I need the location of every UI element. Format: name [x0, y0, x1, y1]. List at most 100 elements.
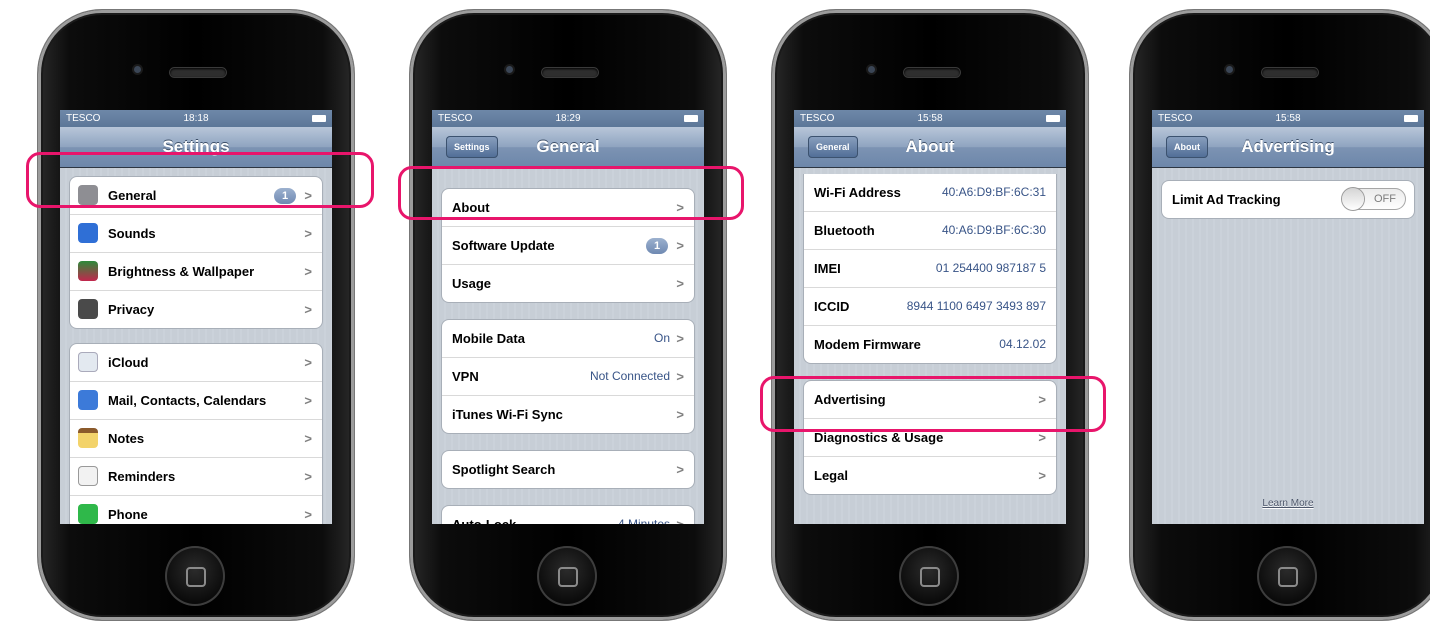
reminders-icon [78, 466, 98, 486]
toggle-knob [1342, 188, 1364, 210]
phone-advertising: TESCO 15:58 About Advertising Limit Ad T… [1130, 10, 1430, 620]
about-row-value: 40:A6:D9:BF:6C:30 [941, 223, 1046, 237]
auto-lock-value: 4 Minutes [617, 517, 670, 524]
earpiece-speaker [170, 68, 226, 77]
nav-title: About [905, 137, 955, 156]
limit-ad-tracking-row: Limit Ad Tracking OFF [1162, 181, 1414, 218]
chevron-right-icon: > [676, 238, 684, 253]
chevron-right-icon: > [304, 302, 312, 317]
chevron-right-icon: > [1038, 468, 1046, 483]
advertising-group: Limit Ad Tracking OFF [1161, 180, 1415, 219]
chevron-right-icon: > [676, 462, 684, 477]
chevron-right-icon: > [304, 226, 312, 241]
general-item-itunes-wifi-sync[interactable]: iTunes Wi-Fi Sync > [442, 395, 694, 433]
nav-title: Advertising [1241, 137, 1335, 156]
home-button[interactable] [537, 546, 597, 606]
home-button[interactable] [899, 546, 959, 606]
chevron-right-icon: > [676, 407, 684, 422]
front-camera [868, 66, 875, 73]
nav-title: General [536, 137, 600, 156]
settings-item-label: Notes [108, 431, 145, 446]
status-time: 18:29 [555, 113, 581, 124]
general-item-software-update[interactable]: Software Update 1 > [442, 226, 694, 264]
cloud-icon [78, 352, 98, 372]
learn-more-link[interactable]: Learn More [1152, 498, 1424, 509]
about-row-label: Modem Firmware [814, 337, 921, 352]
about-row-bluetooth: Bluetooth 40:A6:D9:BF:6C:30 [804, 211, 1056, 249]
home-button[interactable] [1257, 546, 1317, 606]
status-bar: TESCO 18:29 [432, 110, 704, 127]
settings-item-label: Mail, Contacts, Calendars [108, 393, 267, 408]
vpn-value: Not Connected [589, 369, 670, 383]
general-item-label: Usage [452, 276, 492, 291]
settings-item-label: Reminders [108, 469, 176, 484]
general-item-label: Auto-Lock [452, 506, 516, 524]
settings-item-sounds[interactable]: Sounds > [70, 214, 322, 252]
general-item-vpn[interactable]: VPN Not Connected > [442, 357, 694, 395]
battery-icon [684, 115, 698, 122]
settings-item-label: Brightness & Wallpaper [108, 264, 255, 279]
general-group-2: Mobile Data On > VPN Not Connected > iTu… [441, 319, 695, 434]
about-row-label: Wi-Fi Address [814, 185, 901, 200]
about-row-modem-firmware: Modem Firmware 04.12.02 [804, 325, 1056, 363]
settings-item-phone[interactable]: Phone > [70, 495, 322, 524]
general-item-label: Software Update [452, 238, 555, 253]
settings-item-label: Privacy [108, 302, 155, 317]
battery-icon [1404, 115, 1418, 122]
home-square-icon [186, 567, 206, 587]
general-group-3: Spotlight Search > [441, 450, 695, 489]
about-info-group: Wi-Fi Address 40:A6:D9:BF:6C:31 Bluetoot… [803, 174, 1057, 364]
nav-bar: About Advertising [1152, 127, 1424, 168]
home-button[interactable] [165, 546, 225, 606]
about-row-iccid: ICCID 8944 1100 6497 3493 897 [804, 287, 1056, 325]
about-item-label: Legal [814, 468, 848, 483]
screen-about: TESCO 15:58 General About Wi-Fi Address … [794, 110, 1066, 524]
front-camera [1226, 66, 1233, 73]
about-item-legal[interactable]: Legal > [804, 456, 1056, 494]
flower-icon [78, 261, 98, 281]
general-item-spotlight-search[interactable]: Spotlight Search > [442, 451, 694, 488]
mail-icon [78, 390, 98, 410]
settings-item-icloud[interactable]: iCloud > [70, 344, 322, 381]
settings-item-notes[interactable]: Notes > [70, 419, 322, 457]
chevron-right-icon: > [304, 507, 312, 522]
status-bar: TESCO 15:58 [1152, 110, 1424, 127]
general-item-label: VPN [452, 369, 479, 384]
about-row-label: Bluetooth [814, 223, 875, 238]
earpiece-speaker [542, 68, 598, 77]
phone-general: TESCO 18:29 Settings General About > Sof… [410, 10, 726, 620]
settings-item-brightness-wallpaper[interactable]: Brightness & Wallpaper > [70, 252, 322, 290]
chevron-right-icon: > [676, 276, 684, 291]
about-row-label: IMEI [814, 261, 841, 276]
chevron-right-icon: > [676, 331, 684, 346]
home-square-icon [558, 567, 578, 587]
highlight-general [26, 152, 374, 208]
status-bar: TESCO 18:18 [60, 110, 332, 127]
settings-item-mail-contacts-calendars[interactable]: Mail, Contacts, Calendars > [70, 381, 322, 419]
about-row-value: 01 254400 987187 5 [935, 261, 1046, 275]
limit-ad-tracking-label: Limit Ad Tracking [1172, 192, 1281, 207]
about-row-value: 8944 1100 6497 3493 897 [906, 299, 1046, 313]
general-item-usage[interactable]: Usage > [442, 264, 694, 302]
settings-item-label: Phone [108, 507, 148, 522]
settings-item-privacy[interactable]: Privacy > [70, 290, 322, 328]
chevron-right-icon: > [676, 369, 684, 384]
general-item-mobile-data[interactable]: Mobile Data On > [442, 320, 694, 357]
home-square-icon [920, 567, 940, 587]
highlight-about [398, 166, 744, 220]
nav-bar: General About [794, 127, 1066, 168]
general-group-4: Auto-Lock 4 Minutes > [441, 505, 695, 524]
settings-item-reminders[interactable]: Reminders > [70, 457, 322, 495]
general-item-label: iTunes Wi-Fi Sync [452, 407, 563, 422]
chevron-right-icon: > [304, 469, 312, 484]
limit-ad-tracking-toggle[interactable]: OFF [1342, 188, 1406, 210]
about-row-label: ICCID [814, 299, 850, 314]
update-badge: 1 [646, 238, 668, 254]
front-camera [134, 66, 141, 73]
status-time: 15:58 [1275, 113, 1301, 124]
phone-icon [78, 504, 98, 524]
general-item-auto-lock[interactable]: Auto-Lock 4 Minutes > [442, 506, 694, 524]
about-row-imei: IMEI 01 254400 987187 5 [804, 249, 1056, 287]
status-bar: TESCO 15:58 [794, 110, 1066, 127]
earpiece-speaker [1262, 68, 1318, 77]
